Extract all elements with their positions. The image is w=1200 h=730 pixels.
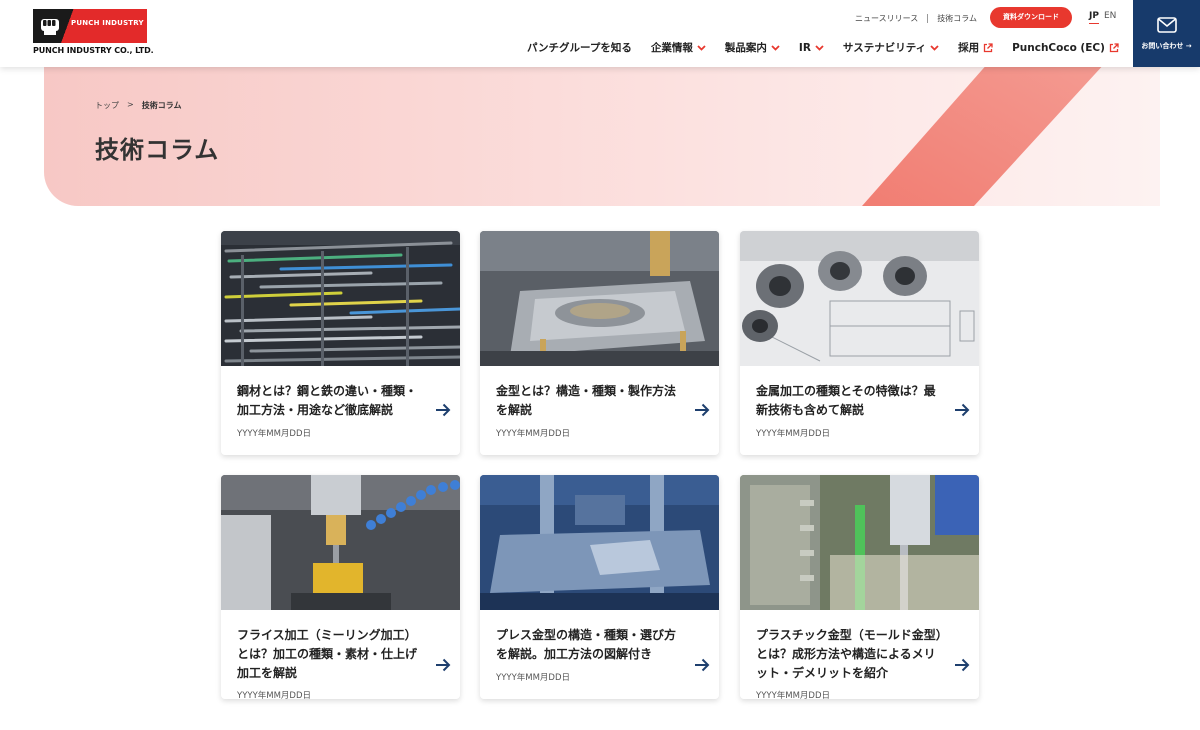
card-thumbnail xyxy=(480,231,719,366)
external-link-icon xyxy=(983,42,993,52)
nav-item-group[interactable]: パンチグループを知る xyxy=(527,40,632,55)
utility-nav: ニュースリリース 技術コラム xyxy=(855,12,977,24)
contact-label: お問い合わせ → xyxy=(1141,41,1192,50)
download-button[interactable]: 資料ダウンロード xyxy=(990,7,1072,28)
metal-parts-blueprint-photo xyxy=(740,231,979,366)
nav-item-sustainability[interactable]: サステナビリティ xyxy=(843,40,939,55)
card-date: YYYY年MM月DD日 xyxy=(496,673,571,683)
card-date: YYYY年MM月DD日 xyxy=(496,429,571,439)
lang-jp[interactable]: JP xyxy=(1089,11,1099,24)
util-link-news[interactable]: ニュースリリース xyxy=(855,13,918,24)
card-thumbnail xyxy=(740,475,979,610)
language-switcher: JP EN xyxy=(1089,11,1116,24)
arrow-right-icon xyxy=(955,658,970,672)
arrow-right-icon xyxy=(695,658,710,672)
company-logo[interactable]: PUNCH INDUSTRY PUNCH INDUSTRY CO., LTD. xyxy=(33,9,154,57)
breadcrumb-current: 技術コラム xyxy=(141,101,182,110)
article-card[interactable]: 鋼材とは？鋼と鉄の違い・種類・加工方法・用途など徹底解説 YYYY年MM月DD日 xyxy=(221,231,460,455)
arrow-right-icon xyxy=(436,403,451,417)
article-card[interactable]: プレス金型の構造・種類・選び方を解説。加工方法の図解付き YYYY年MM月DD日 xyxy=(480,475,719,699)
card-title: 金型とは？構造・種類・製作方法を解説 xyxy=(496,384,677,417)
breadcrumb-home[interactable]: トップ xyxy=(95,100,119,111)
nav-item-label: IR xyxy=(798,41,811,54)
card-title: プレス金型の構造・種類・選び方を解説。加工方法の図解付き xyxy=(496,628,677,661)
card-title: プラスチック金型（モールド金型）とは？成形方法や構造によるメリット・デメリットを… xyxy=(756,628,942,680)
plastic-mold-photo xyxy=(740,475,979,610)
nav-item-label: サステナビリティ xyxy=(842,42,927,54)
main-nav: パンチグループを知る 企業情報 製品案内 IR サステナビリティ 採用 Punc… xyxy=(527,40,1119,55)
card-thumbnail xyxy=(740,231,979,366)
card-thumbnail xyxy=(221,231,460,366)
chevron-down-icon xyxy=(815,44,824,51)
card-thumbnail xyxy=(480,475,719,610)
contact-button[interactable]: お問い合わせ → xyxy=(1133,0,1200,67)
mail-icon xyxy=(1156,16,1177,33)
article-card[interactable]: フライス加工（ミーリング加工）とは？加工の種類・素材・仕上げ加工を解説 YYYY… xyxy=(221,475,460,699)
external-link-icon xyxy=(1109,42,1119,52)
article-card[interactable]: プラスチック金型（モールド金型）とは？成形方法や構造によるメリット・デメリットを… xyxy=(740,475,979,699)
article-card[interactable]: 金属加工の種類とその特徴は？最新技術も含めて解説 YYYY年MM月DD日 xyxy=(740,231,979,455)
steel-bars-photo xyxy=(221,231,460,366)
util-link-tech-column[interactable]: 技術コラム xyxy=(937,13,977,24)
nav-item-company[interactable]: 企業情報 xyxy=(651,40,706,55)
breadcrumb-separator: > xyxy=(127,100,134,109)
nav-item-products[interactable]: 製品案内 xyxy=(725,40,780,55)
arrow-right-icon xyxy=(955,403,970,417)
card-date: YYYY年MM月DD日 xyxy=(756,429,831,439)
card-title: 金属加工の種類とその特徴は？最新技術も含めて解説 xyxy=(756,384,936,417)
util-divider xyxy=(927,13,929,23)
nav-item-punchcoco[interactable]: PunchCoco (EC) xyxy=(1012,42,1119,54)
site-header: PUNCH INDUSTRY PUNCH INDUSTRY CO., LTD. … xyxy=(0,0,1200,67)
nav-item-recruit[interactable]: 採用 xyxy=(958,40,993,55)
logo-mark-text: PUNCH INDUSTRY xyxy=(71,19,144,27)
chevron-down-icon xyxy=(697,44,706,51)
card-title: 鋼材とは？鋼と鉄の違い・種類・加工方法・用途など徹底解説 xyxy=(237,384,418,417)
nav-item-label: 製品案内 xyxy=(724,42,767,54)
press-die-photo xyxy=(480,475,719,610)
fist-icon xyxy=(41,19,59,35)
chevron-down-icon xyxy=(771,44,780,51)
card-date: YYYY年MM月DD日 xyxy=(237,691,312,699)
chevron-down-icon xyxy=(930,44,939,51)
nav-item-label: 企業情報 xyxy=(650,42,693,54)
mold-machining-photo xyxy=(480,231,719,366)
nav-item-label: パンチグループを知る xyxy=(527,42,632,54)
logo-company-name: PUNCH INDUSTRY CO., LTD. xyxy=(33,46,154,55)
nav-item-label: PunchCoco (EC) xyxy=(1012,41,1105,54)
card-thumbnail xyxy=(221,475,460,610)
card-date: YYYY年MM月DD日 xyxy=(237,429,312,439)
nav-item-label: 採用 xyxy=(958,42,980,54)
lang-en[interactable]: EN xyxy=(1104,11,1116,24)
arrow-right-icon xyxy=(695,403,710,417)
card-date: YYYY年MM月DD日 xyxy=(756,691,831,699)
milling-machine-photo xyxy=(221,475,460,610)
page-title: 技術コラム xyxy=(95,136,220,164)
card-title: フライス加工（ミーリング加工）とは？加工の種類・素材・仕上げ加工を解説 xyxy=(237,628,418,680)
arrow-right-icon xyxy=(436,658,451,672)
article-card[interactable]: 金型とは？構造・種類・製作方法を解説 YYYY年MM月DD日 xyxy=(480,231,719,455)
breadcrumb: トップ > 技術コラム xyxy=(95,100,181,111)
nav-item-ir[interactable]: IR xyxy=(799,42,824,54)
logo-mark: PUNCH INDUSTRY xyxy=(33,9,147,43)
